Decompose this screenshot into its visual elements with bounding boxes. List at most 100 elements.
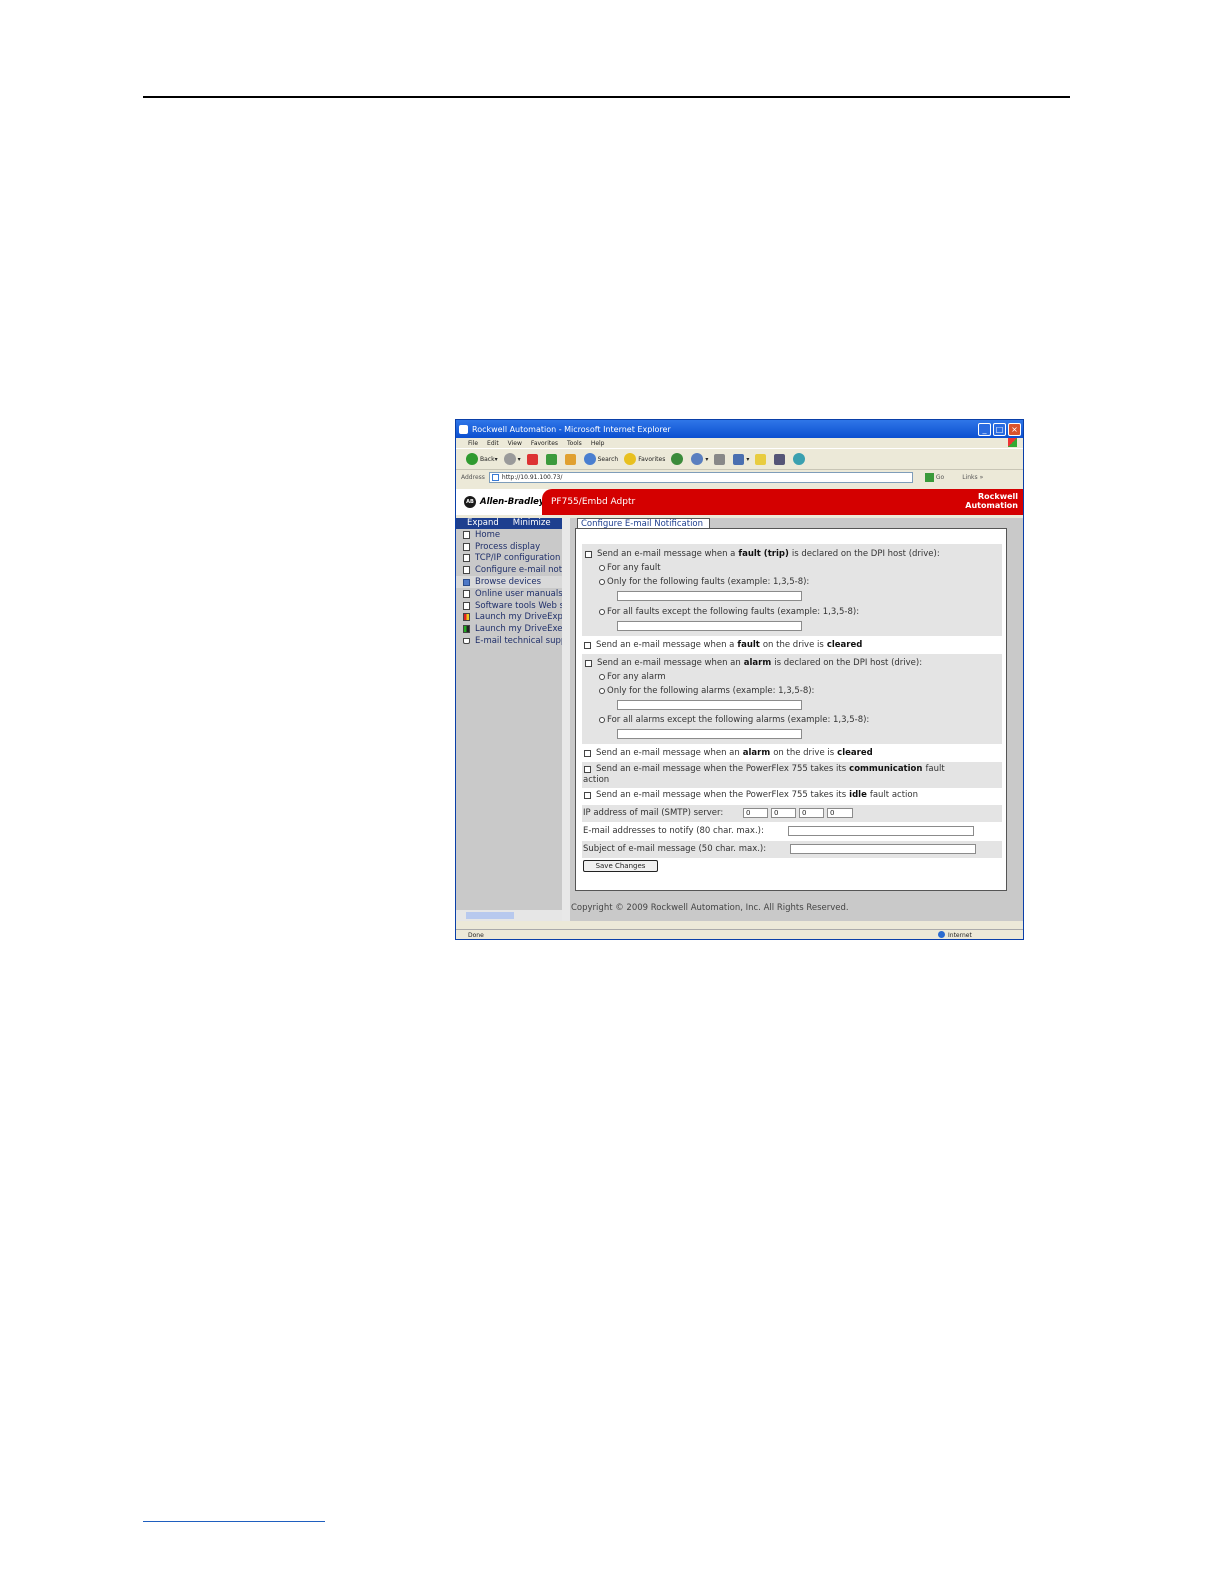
print-button[interactable]	[714, 453, 727, 465]
driveexplorer-icon	[463, 613, 470, 622]
nav-item-software-tools[interactable]: Software tools Web site	[456, 600, 562, 612]
fault-only-input[interactable]	[617, 591, 802, 601]
copyright: Copyright © 2009 Rockwell Automation, In…	[571, 903, 849, 913]
save-changes-button[interactable]: Save Changes	[583, 860, 658, 872]
ab-badge-icon: AB	[464, 495, 476, 508]
minimize-link[interactable]: Minimize	[513, 518, 551, 529]
nav-item-label: Software tools Web site	[475, 600, 562, 611]
nav-item-launch-driveexecutive[interactable]: Launch my DriveExecutive	[456, 623, 562, 635]
search-button[interactable]: Search	[583, 453, 618, 465]
alarm-only-label: Only for the following alarms (example: …	[607, 686, 815, 696]
subject-label: Subject of e-mail message (50 char. max.…	[583, 844, 767, 854]
address-url: http://10.91.100.73/	[501, 473, 563, 481]
nav-item-label: Launch my DriveExecutive	[475, 624, 562, 635]
folder-button[interactable]	[755, 453, 768, 465]
back-button[interactable]: Back ▾	[466, 453, 498, 465]
edit-button[interactable]: ▾	[733, 453, 749, 465]
email-addresses-input[interactable]	[788, 826, 974, 836]
allen-bradley-logo: AB Allen-Bradley	[464, 493, 544, 510]
alarm-only-radio[interactable]	[599, 688, 605, 694]
fault-any-radio[interactable]	[599, 565, 605, 571]
refresh-icon	[545, 453, 557, 465]
fault-cleared-checkbox[interactable]	[584, 641, 591, 649]
mail-button[interactable]: ▾	[691, 453, 708, 465]
page-bottom-rule	[143, 1521, 325, 1522]
alarm-any-option: For any alarm	[599, 672, 666, 682]
alarm-text-post: is declared on the DPI host (drive):	[774, 658, 923, 668]
alarm-only-input[interactable]	[617, 700, 802, 710]
page-icon	[463, 589, 470, 598]
forward-button[interactable]: ▾	[503, 453, 521, 465]
nav-item-launch-driveexplorer[interactable]: Launch my DriveExplorer	[456, 612, 562, 624]
stop-button[interactable]	[526, 453, 540, 465]
close-button[interactable]: ×	[1008, 422, 1021, 436]
security-zone: Internet	[948, 932, 972, 939]
home-button[interactable]	[564, 453, 578, 465]
address-label: Address	[461, 473, 485, 481]
status-bar: Done Internet	[456, 929, 1023, 939]
menu-file[interactable]: File	[468, 440, 478, 447]
smtp-octet-3[interactable]: 0	[799, 808, 824, 818]
idle-fault-checkbox[interactable]	[584, 791, 591, 799]
research-icon	[774, 453, 786, 465]
alarm-any-radio[interactable]	[599, 674, 605, 680]
stop-icon	[526, 453, 538, 465]
expand-link[interactable]: Expand	[467, 518, 499, 529]
fault-only-radio[interactable]	[599, 579, 605, 585]
nav-horizontal-scrollbar[interactable]	[456, 910, 562, 921]
address-bar: Address http://10.91.100.73/ Go Links »	[456, 470, 1023, 484]
fault-text-post: is declared on the DPI host (drive):	[791, 549, 940, 559]
nav-item-tcpip[interactable]: TCP/IP configuration	[456, 553, 562, 565]
rockwell-automation-logo: Rockwell Automation	[965, 492, 1018, 510]
subject-input[interactable]	[790, 844, 976, 854]
favorites-button[interactable]: Favorites	[624, 453, 665, 465]
history-button[interactable]	[671, 453, 685, 465]
nav-item-configure-email[interactable]: Configure e-mail notification	[456, 564, 562, 576]
nav-item-email-support[interactable]: E-mail technical support	[456, 635, 562, 647]
menu-help[interactable]: Help	[591, 440, 605, 447]
go-button[interactable]: Go	[924, 472, 944, 482]
fault-cleared-bold: fault	[737, 640, 760, 650]
links-button[interactable]: Links »	[962, 474, 983, 481]
nav-item-label: Process display	[475, 541, 541, 552]
research-button[interactable]	[774, 453, 787, 465]
nav-item-label: Browse devices	[475, 577, 541, 588]
maximize-button[interactable]: □	[993, 422, 1006, 436]
nav-item-browse-devices[interactable]: Browse devices	[456, 576, 562, 588]
fault-except-input[interactable]	[617, 621, 802, 631]
smtp-octet-1[interactable]: 0	[743, 808, 768, 818]
scrollbar-thumb[interactable]	[466, 912, 514, 919]
fault-declared-checkbox[interactable]	[585, 550, 592, 558]
alarm-cleared-checkbox[interactable]	[584, 749, 591, 757]
refresh-button[interactable]	[545, 453, 559, 465]
minimize-button[interactable]: _	[978, 422, 991, 436]
fault-only-option: Only for the following faults (example: …	[599, 577, 809, 587]
title-bar: Rockwell Automation - Microsoft Internet…	[456, 420, 1023, 438]
nav-item-user-manuals[interactable]: Online user manuals	[456, 588, 562, 600]
menu-view[interactable]: View	[508, 440, 522, 447]
fault-cleared-bold2: cleared	[826, 640, 863, 650]
menu-favorites[interactable]: Favorites	[531, 440, 558, 447]
fault-except-radio[interactable]	[599, 609, 605, 615]
status-text: Done	[468, 932, 484, 939]
mail-icon	[463, 638, 470, 645]
smtp-octet-2[interactable]: 0	[771, 808, 796, 818]
idle-text-post: fault action	[869, 790, 919, 800]
alarm-except-radio[interactable]	[599, 717, 605, 723]
address-input[interactable]: http://10.91.100.73/	[488, 471, 913, 483]
nav-item-process-display[interactable]: Process display	[456, 541, 562, 553]
smtp-octet-4[interactable]: 0	[827, 808, 853, 818]
menu-edit[interactable]: Edit	[487, 440, 499, 447]
comm-fault-checkbox[interactable]	[584, 765, 591, 773]
windows-logo-icon	[1008, 438, 1017, 447]
nav-item-home[interactable]: Home	[456, 529, 562, 541]
alarm-declared-checkbox[interactable]	[585, 659, 592, 667]
messenger-button[interactable]	[793, 453, 807, 465]
menu-tools[interactable]: Tools	[567, 440, 582, 447]
alarm-except-input[interactable]	[617, 729, 802, 739]
vertical-scrollbar[interactable]	[562, 518, 570, 921]
nav-item-label: TCP/IP configuration	[475, 553, 561, 564]
idle-text-bold: idle	[849, 790, 867, 800]
nav-item-label: Home	[475, 529, 501, 540]
folder-icon	[463, 578, 470, 586]
